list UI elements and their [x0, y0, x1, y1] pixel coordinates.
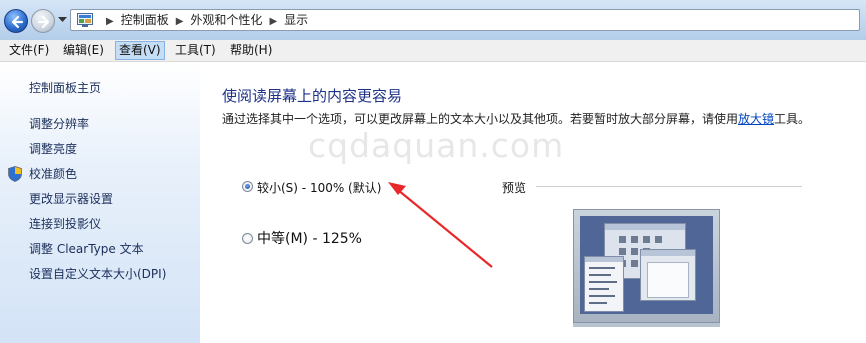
annotation-arrow — [388, 182, 493, 268]
